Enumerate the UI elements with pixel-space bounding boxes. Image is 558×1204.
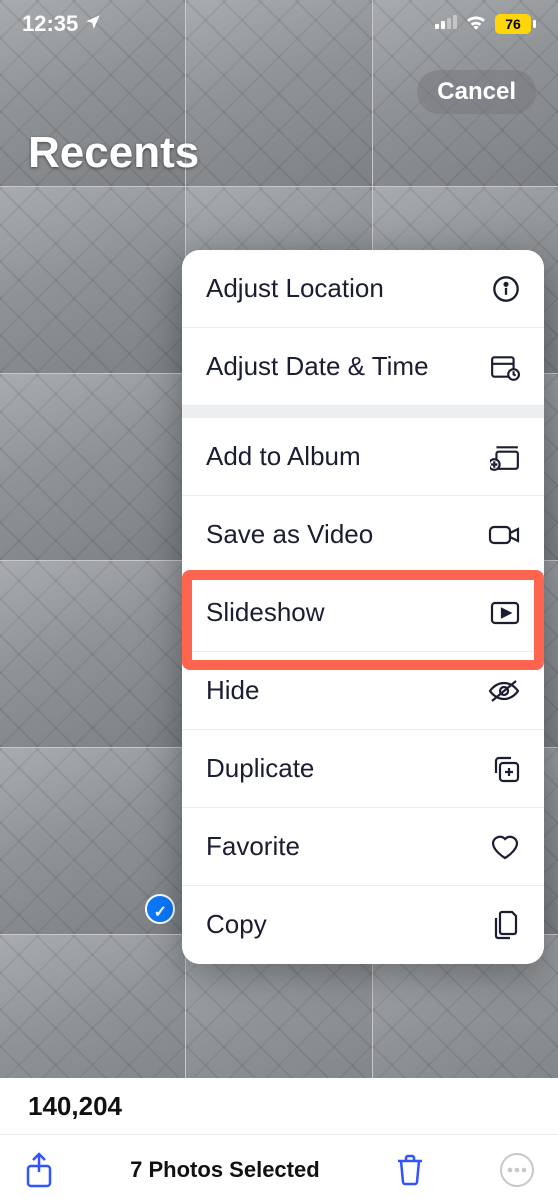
- play-rect-icon: [484, 601, 520, 625]
- album-add-icon: [484, 443, 520, 471]
- video-icon: [484, 523, 520, 547]
- album-title: Recents: [28, 128, 199, 178]
- location-icon: [84, 11, 102, 37]
- menu-hide[interactable]: Hide: [182, 652, 544, 730]
- menu-add-to-album[interactable]: Add to Album: [182, 418, 544, 496]
- menu-copy[interactable]: Copy: [182, 886, 544, 964]
- battery-indicator: 76: [495, 14, 536, 34]
- menu-label: Adjust Location: [206, 274, 484, 304]
- menu-favorite[interactable]: Favorite: [182, 808, 544, 886]
- menu-duplicate[interactable]: Duplicate: [182, 730, 544, 808]
- signal-icon: [435, 15, 457, 34]
- photo-count-strip: 140,204: [0, 1078, 558, 1134]
- eye-slash-icon: [484, 679, 520, 703]
- trash-button[interactable]: [396, 1154, 424, 1186]
- status-time: 12:35: [22, 11, 78, 37]
- menu-adjust-location[interactable]: Adjust Location: [182, 250, 544, 328]
- photo-tile[interactable]: [0, 374, 185, 560]
- menu-label: Favorite: [206, 832, 484, 862]
- photo-count: 140,204: [28, 1091, 122, 1122]
- calendar-clock-icon: [484, 353, 520, 381]
- copy-docs-icon: [484, 910, 520, 940]
- menu-label: Save as Video: [206, 520, 484, 550]
- selected-count: 7 Photos Selected: [130, 1157, 320, 1183]
- photo-tile-selected[interactable]: [0, 748, 185, 934]
- menu-slideshow[interactable]: Slideshow: [182, 574, 544, 652]
- share-button[interactable]: [24, 1152, 54, 1188]
- duplicate-icon: [484, 755, 520, 783]
- menu-label: Copy: [206, 910, 484, 940]
- cancel-label: Cancel: [437, 78, 516, 105]
- menu-label: Duplicate: [206, 754, 484, 784]
- bottom-toolbar: 7 Photos Selected: [0, 1134, 558, 1204]
- menu-label: Adjust Date & Time: [206, 352, 484, 382]
- heart-icon: [484, 834, 520, 860]
- wifi-icon: [465, 14, 487, 35]
- menu-save-as-video[interactable]: Save as Video: [182, 496, 544, 574]
- menu-label: Slideshow: [206, 598, 484, 628]
- context-menu: Adjust Location Adjust Date & Time Add t…: [182, 250, 544, 964]
- menu-label: Add to Album: [206, 442, 484, 472]
- photo-tile[interactable]: [0, 187, 185, 373]
- pin-info-icon: [484, 275, 520, 303]
- cancel-button[interactable]: Cancel: [417, 70, 536, 114]
- battery-level: 76: [495, 14, 531, 34]
- menu-label: Hide: [206, 676, 484, 706]
- status-bar: 12:35 76: [0, 0, 558, 48]
- photo-tile[interactable]: [0, 561, 185, 747]
- menu-divider: [182, 406, 544, 418]
- more-button[interactable]: [500, 1153, 534, 1187]
- menu-adjust-datetime[interactable]: Adjust Date & Time: [182, 328, 544, 406]
